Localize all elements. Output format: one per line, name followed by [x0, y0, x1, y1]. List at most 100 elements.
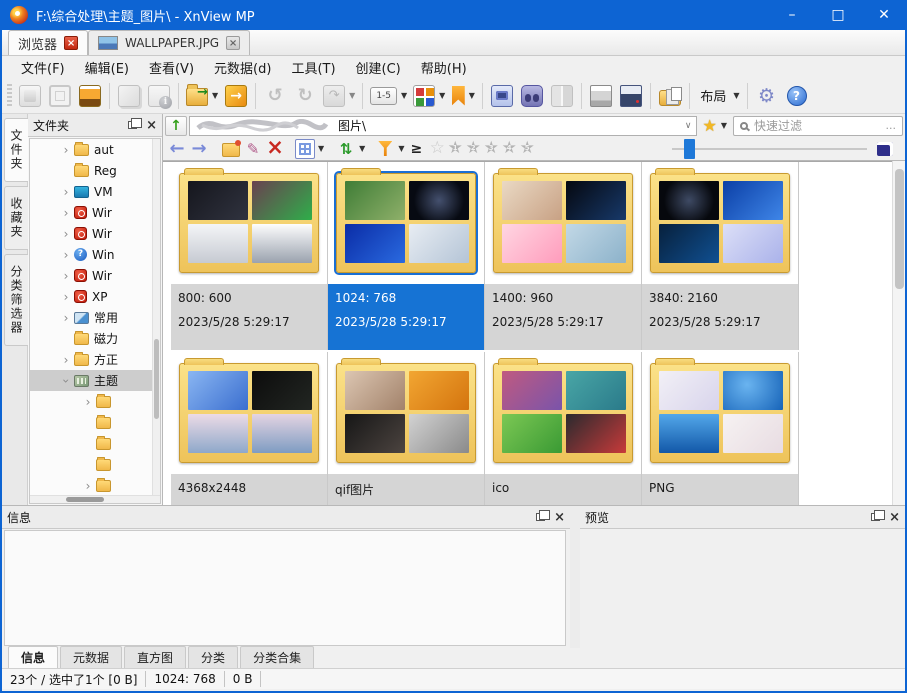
menu-item[interactable]: 帮助(H): [412, 56, 476, 79]
bottom-tab-信息[interactable]: 信息: [8, 646, 58, 668]
float-panel-icon[interactable]: [871, 513, 880, 521]
maximize-button[interactable]: □: [815, 0, 861, 30]
minimize-button[interactable]: –: [769, 0, 815, 30]
tab-close-icon[interactable]: ×: [64, 36, 78, 50]
new-folder-button[interactable]: [221, 140, 241, 160]
tree-expander-icon[interactable]: ›: [60, 269, 72, 283]
tree-expander-icon[interactable]: ›: [60, 185, 72, 199]
tree-item-常用[interactable]: ›常用: [30, 307, 160, 328]
tree-expander-icon[interactable]: ›: [82, 395, 94, 409]
tree-item[interactable]: ›: [30, 391, 160, 412]
tree-item-Reg[interactable]: Reg: [30, 160, 160, 181]
tree-expander-icon[interactable]: ›: [60, 206, 72, 220]
tree-item-Wir[interactable]: ›Wir: [30, 202, 160, 223]
layout-button[interactable]: 布局▼: [694, 81, 742, 111]
bottom-tab-分类合集[interactable]: 分类合集: [240, 646, 314, 668]
path-combobox[interactable]: 图片\ ∨: [189, 116, 697, 136]
menu-item[interactable]: 创建(C): [347, 56, 410, 79]
tree-item-主题[interactable]: ›主题: [30, 370, 160, 391]
delete-button[interactable]: [265, 139, 285, 159]
forward-button[interactable]: [189, 139, 209, 159]
tree-expander-icon[interactable]: ›: [60, 248, 72, 262]
browse-folder-button[interactable]: ▼: [183, 81, 221, 111]
tree-expander-icon[interactable]: ›: [60, 227, 72, 241]
tree-expander-icon[interactable]: ›: [59, 375, 73, 387]
rating-button[interactable]: 1-5▼: [367, 81, 410, 111]
tree-item-VM[interactable]: ›VM: [30, 181, 160, 202]
sidebar-tab-inactive[interactable]: 收藏夹: [4, 186, 28, 250]
tree-horizontal-scrollbar[interactable]: [30, 495, 160, 503]
folder-item-4368x2448[interactable]: 4368x2448: [171, 352, 328, 505]
menu-item[interactable]: 文件(F): [12, 56, 74, 79]
color-labels-button[interactable]: ▼: [410, 81, 448, 111]
move-copy-to-folder-button[interactable]: [221, 81, 251, 111]
folder-item-3840-2160[interactable]: 3840: 21602023/5/28 5:29:17: [642, 162, 799, 350]
print-button[interactable]: [586, 81, 616, 111]
rating-star-icon[interactable]: ☆: [428, 140, 446, 157]
tree-item-磁力[interactable]: 磁力: [30, 328, 160, 349]
batch-convert-button[interactable]: [655, 81, 685, 111]
folder-item-qif图片[interactable]: qif图片: [328, 352, 485, 505]
tree-expander-icon[interactable]: ›: [60, 311, 72, 325]
grid-vertical-scrollbar[interactable]: [892, 161, 905, 505]
bookmark-button[interactable]: ▼: [448, 81, 478, 111]
tree-expander-icon[interactable]: ›: [60, 290, 72, 304]
folder-item-1024-768[interactable]: 1024: 7682023/5/28 5:29:17: [328, 162, 485, 350]
menu-item[interactable]: 查看(V): [140, 56, 203, 79]
slider-handle[interactable]: [684, 139, 695, 159]
close-panel-icon[interactable]: ×: [889, 511, 900, 524]
filter-button[interactable]: [375, 139, 395, 159]
float-panel-icon[interactable]: [128, 121, 137, 129]
tree-expander-icon[interactable]: ›: [60, 353, 72, 367]
panel-layout-toggle-button[interactable]: [875, 139, 895, 159]
quick-filter-input[interactable]: 快速过滤 ...: [733, 116, 903, 136]
help-button[interactable]: [782, 81, 812, 111]
tree-item[interactable]: [30, 433, 160, 454]
scan-button[interactable]: [616, 81, 646, 111]
rating-star-icon[interactable]: ★3: [482, 140, 500, 157]
tree-vertical-scrollbar[interactable]: [152, 139, 160, 503]
tree-item[interactable]: [30, 454, 160, 475]
tree-item-aut[interactable]: ›aut: [30, 139, 160, 160]
rating-star-icon[interactable]: ★1: [446, 140, 464, 157]
float-panel-icon[interactable]: [536, 513, 545, 521]
parent-folder-button[interactable]: ↑: [165, 116, 187, 136]
tree-item-Wir[interactable]: ›Wir: [30, 223, 160, 244]
view-mode-button[interactable]: [295, 139, 315, 159]
tree-item-XP[interactable]: ›XP: [30, 286, 160, 307]
panel-splitter[interactable]: [570, 506, 580, 648]
folder-item-800-600[interactable]: 800: 6002023/5/28 5:29:17: [171, 162, 328, 350]
close-panel-icon[interactable]: ×: [146, 119, 157, 132]
folder-item-PNG[interactable]: PNG: [642, 352, 799, 505]
tree-item[interactable]: [30, 412, 160, 433]
tree-item[interactable]: ›: [30, 475, 160, 496]
menu-item[interactable]: 元数据(d): [205, 56, 280, 79]
settings-button[interactable]: [752, 81, 782, 111]
back-button[interactable]: [167, 139, 187, 159]
path-dropdown-icon[interactable]: ∨: [685, 121, 692, 131]
favorites-button[interactable]: ★ ▼: [699, 116, 732, 136]
toolbar-grip[interactable]: [7, 84, 12, 108]
close-panel-icon[interactable]: ×: [554, 511, 565, 524]
tab-close-icon[interactable]: ×: [226, 36, 240, 50]
rename-button[interactable]: [243, 139, 263, 159]
bottom-tab-分类[interactable]: 分类: [188, 646, 238, 668]
thumbnail-size-slider[interactable]: [672, 139, 867, 159]
close-button[interactable]: ✕: [861, 0, 907, 30]
tree-item-Wir[interactable]: ›Wir: [30, 265, 160, 286]
doc-tab-image[interactable]: WALLPAPER.JPG×: [88, 30, 250, 55]
rating-star-icon[interactable]: ★5: [518, 140, 536, 157]
folder-item-ico[interactable]: ico: [485, 352, 642, 505]
menu-item[interactable]: 工具(T): [282, 56, 344, 79]
doc-tab-browser[interactable]: 浏览器×: [8, 30, 88, 55]
folder-item-1400-960[interactable]: 1400: 9602023/5/28 5:29:17: [485, 162, 642, 350]
filter-more-button[interactable]: ...: [886, 119, 897, 132]
tree-item-Win[interactable]: ›?Win: [30, 244, 160, 265]
bottom-tab-元数据[interactable]: 元数据: [60, 646, 122, 668]
rating-filter-stars[interactable]: ☆★1★2★3★4★5: [428, 140, 536, 157]
sort-button[interactable]: [336, 139, 356, 159]
tree-expander-icon[interactable]: ›: [82, 479, 94, 493]
sidebar-tab-inactive[interactable]: 分类筛选器: [4, 254, 28, 346]
sort-caret-icon[interactable]: ▼: [359, 144, 365, 153]
bottom-tab-直方图[interactable]: 直方图: [124, 646, 186, 668]
